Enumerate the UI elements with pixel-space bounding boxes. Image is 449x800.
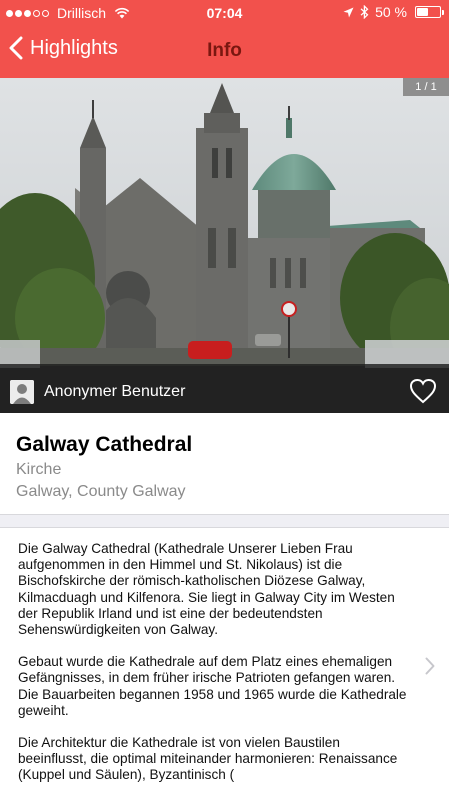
photo-attribution-bar: Anonymer Benutzer xyxy=(0,364,449,413)
description-paragraph: Gebaut wurde die Kathedrale auf dem Plat… xyxy=(18,654,407,718)
place-category: Kirche xyxy=(16,461,62,478)
place-location: Galway, County Galway xyxy=(16,483,186,500)
battery-fill xyxy=(417,8,428,16)
section-divider xyxy=(0,514,449,528)
battery-icon xyxy=(415,6,444,18)
photo-gallery[interactable]: 1 / 1 xyxy=(0,78,449,413)
bluetooth-icon xyxy=(360,5,369,19)
cathedral-photo xyxy=(0,78,449,413)
status-bar: Drillisch 07:04 50 % xyxy=(0,0,449,26)
avatar-icon xyxy=(10,380,34,404)
battery-percent: 50 % xyxy=(375,4,407,20)
description-paragraph: Die Architektur die Kathedrale ist von v… xyxy=(18,735,398,783)
photo-author: Anonymer Benutzer xyxy=(44,383,186,400)
photo-counter: 1 / 1 xyxy=(403,78,449,96)
heart-icon[interactable] xyxy=(409,378,437,404)
place-name: Galway Cathedral xyxy=(16,433,193,456)
chevron-right-icon[interactable] xyxy=(425,657,435,675)
status-right: 50 % xyxy=(343,4,444,20)
place-info: Galway Cathedral Kirche Galway, County G… xyxy=(0,413,449,517)
place-description[interactable]: Die Galway Cathedral (Kathedrale Unserer… xyxy=(18,541,408,800)
location-arrow-icon xyxy=(343,7,354,17)
page-title: Info xyxy=(207,40,242,61)
description-paragraph: Die Galway Cathedral (Kathedrale Unserer… xyxy=(18,541,395,638)
nav-bar: Highlights Info xyxy=(0,26,449,78)
